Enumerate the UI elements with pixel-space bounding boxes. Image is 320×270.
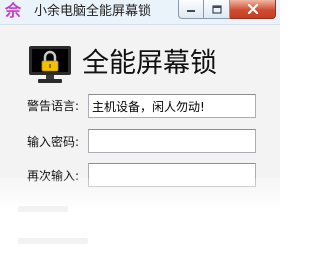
close-button[interactable]: [230, 0, 276, 19]
faded-row: [18, 238, 88, 244]
close-icon: [247, 4, 258, 14]
maximize-icon: [211, 4, 222, 14]
password-label: 输入密码:: [27, 135, 80, 149]
faded-overlay: [0, 178, 280, 270]
maximize-button[interactable]: [204, 0, 230, 19]
title-bar[interactable]: 佘 小余电脑全能屏幕锁: [0, 0, 280, 25]
app-window: 佘 小余电脑全能屏幕锁 全能屏幕锁 警告语言: 主机设备，闲人勿动! 输入密码:…: [0, 0, 280, 270]
minimize-button[interactable]: [178, 0, 204, 19]
warning-message-input[interactable]: [88, 94, 256, 118]
window-controls: [178, 0, 276, 19]
app-icon: 佘: [4, 1, 21, 20]
faded-row: [18, 206, 68, 212]
warning-label: 警告语言:: [27, 99, 80, 113]
page-title: 全能屏幕锁: [82, 48, 217, 79]
monitor-lock-icon: [29, 46, 71, 83]
window-title: 小余电脑全能屏幕锁: [34, 4, 152, 19]
password-input[interactable]: [88, 129, 256, 153]
minimize-icon: [187, 10, 195, 12]
